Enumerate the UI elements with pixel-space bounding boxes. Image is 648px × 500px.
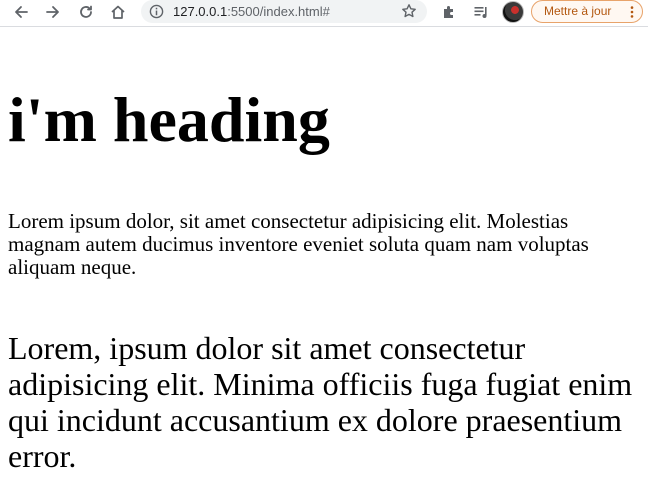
url-path: :5500/index.html#: [227, 4, 330, 19]
playlist-icon: [474, 7, 487, 18]
kebab-menu-icon: [630, 6, 634, 18]
home-icon: [111, 5, 125, 19]
update-button[interactable]: Mettre à jour: [531, 0, 643, 23]
back-button[interactable]: [9, 1, 33, 23]
paragraph-large: Lorem, ipsum dolor sit amet consectetur …: [8, 330, 633, 474]
extensions-button[interactable]: [437, 1, 461, 23]
page-heading: i'm heading: [8, 84, 330, 155]
browser-toolbar: 127.0.0.1:5500/index.html# Mettre à jour: [0, 0, 648, 27]
media-button[interactable]: [469, 1, 493, 23]
star-icon[interactable]: [401, 3, 417, 19]
reload-icon: [80, 5, 92, 18]
address-bar[interactable]: 127.0.0.1:5500/index.html#: [141, 0, 427, 23]
reload-button[interactable]: [74, 1, 98, 23]
avatar[interactable]: [502, 1, 524, 23]
arrow-right-icon: [46, 6, 59, 18]
url-text[interactable]: 127.0.0.1:5500/index.html#: [173, 3, 330, 20]
info-icon[interactable]: [149, 4, 164, 19]
arrow-left-icon: [15, 6, 28, 18]
puzzle-icon: [444, 6, 453, 18]
home-button[interactable]: [106, 1, 130, 23]
update-button-label: Mettre à jour: [544, 4, 612, 18]
url-host: 127.0.0.1: [173, 4, 228, 19]
forward-button[interactable]: [41, 1, 65, 23]
paragraph-small: Lorem ipsum dolor, sit amet consectetur …: [8, 209, 589, 279]
